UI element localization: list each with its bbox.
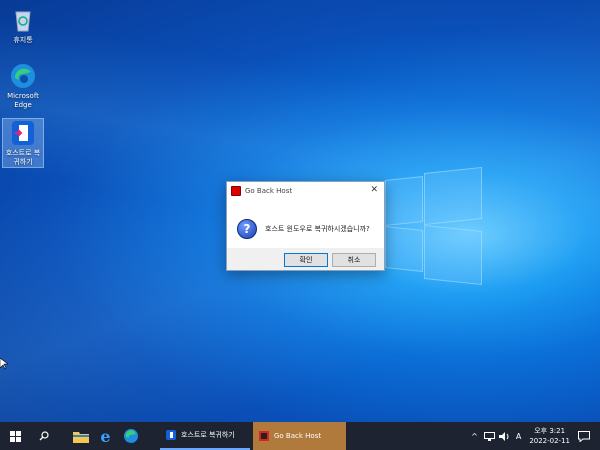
app-icon [231, 186, 241, 196]
desktop-icon-recycle-bin[interactable]: 휴지통 [3, 6, 43, 45]
task-label: 호스트로 복귀하기 [181, 431, 235, 439]
wallpaper-logo-pane [424, 166, 482, 226]
wallpaper-logo-pane [385, 176, 423, 226]
network-icon[interactable] [483, 431, 495, 441]
desktop-icon-label: 호스트로 복귀하기 [5, 149, 41, 166]
app-icon [259, 431, 269, 441]
wallpaper-logo-pane [424, 224, 482, 286]
edge-taskbar-button[interactable] [118, 422, 143, 450]
exit-door-icon [9, 119, 37, 147]
dialog-footer: 확인 취소 [227, 248, 384, 270]
recycle-bin-icon [9, 6, 37, 34]
desktop-icon-label: 휴지통 [13, 36, 33, 44]
clock-time: 오후 3:21 [534, 427, 566, 435]
file-explorer-button[interactable] [68, 422, 93, 450]
search-button[interactable] [30, 422, 58, 450]
volume-icon[interactable] [498, 431, 511, 441]
ok-button[interactable]: 확인 [284, 253, 328, 267]
question-icon: ? [237, 219, 257, 239]
notification-icon[interactable] [578, 430, 590, 442]
edge-icon [123, 429, 138, 443]
cancel-button[interactable]: 취소 [332, 253, 376, 267]
system-tray: ^ A 오후 3:21 2022-02-11 [471, 422, 600, 450]
internet-explorer-icon: e [100, 426, 111, 446]
close-icon[interactable]: ✕ [370, 185, 378, 195]
dialog-body: ? 호스트 윈도우로 복귀하시겠습니까? [227, 200, 384, 246]
mouse-cursor-icon [0, 358, 8, 370]
clock-date: 2022-02-11 [529, 437, 570, 445]
windows-logo-icon [9, 430, 21, 442]
internet-explorer-button[interactable]: e [93, 422, 118, 450]
ime-indicator[interactable]: A [516, 432, 521, 441]
wallpaper-logo-pane [385, 226, 423, 272]
exit-door-icon [166, 430, 176, 440]
dialog-title: Go Back Host [245, 187, 293, 195]
dialog-titlebar: Go Back Host [227, 182, 384, 200]
desktop-icon-go-back-host[interactable]: 호스트로 복귀하기 [2, 118, 44, 168]
task-go-back-host-shortcut[interactable]: 호스트로 복귀하기 [160, 422, 250, 450]
desktop-icon-edge[interactable]: Microsoft Edge [3, 62, 43, 110]
folder-icon [72, 431, 89, 443]
task-label: Go Back Host [274, 432, 322, 440]
desktop-icon-label: Microsoft Edge [7, 92, 39, 109]
edge-icon [9, 62, 37, 90]
dialog-message: 호스트 윈도우로 복귀하시겠습니까? [265, 225, 370, 233]
search-icon [39, 431, 49, 441]
start-button[interactable] [0, 422, 30, 450]
confirm-dialog: Go Back Host ✕ ? 호스트 윈도우로 복귀하시겠습니까? 확인 취… [226, 181, 385, 271]
taskbar: e 호스트로 복귀하기 Go Back Host ^ A 오후 3:21 202… [0, 422, 600, 450]
clock[interactable]: 오후 3:21 2022-02-11 [529, 426, 570, 446]
chevron-up-icon[interactable]: ^ [471, 432, 478, 441]
task-go-back-host-dialog[interactable]: Go Back Host [253, 422, 346, 450]
